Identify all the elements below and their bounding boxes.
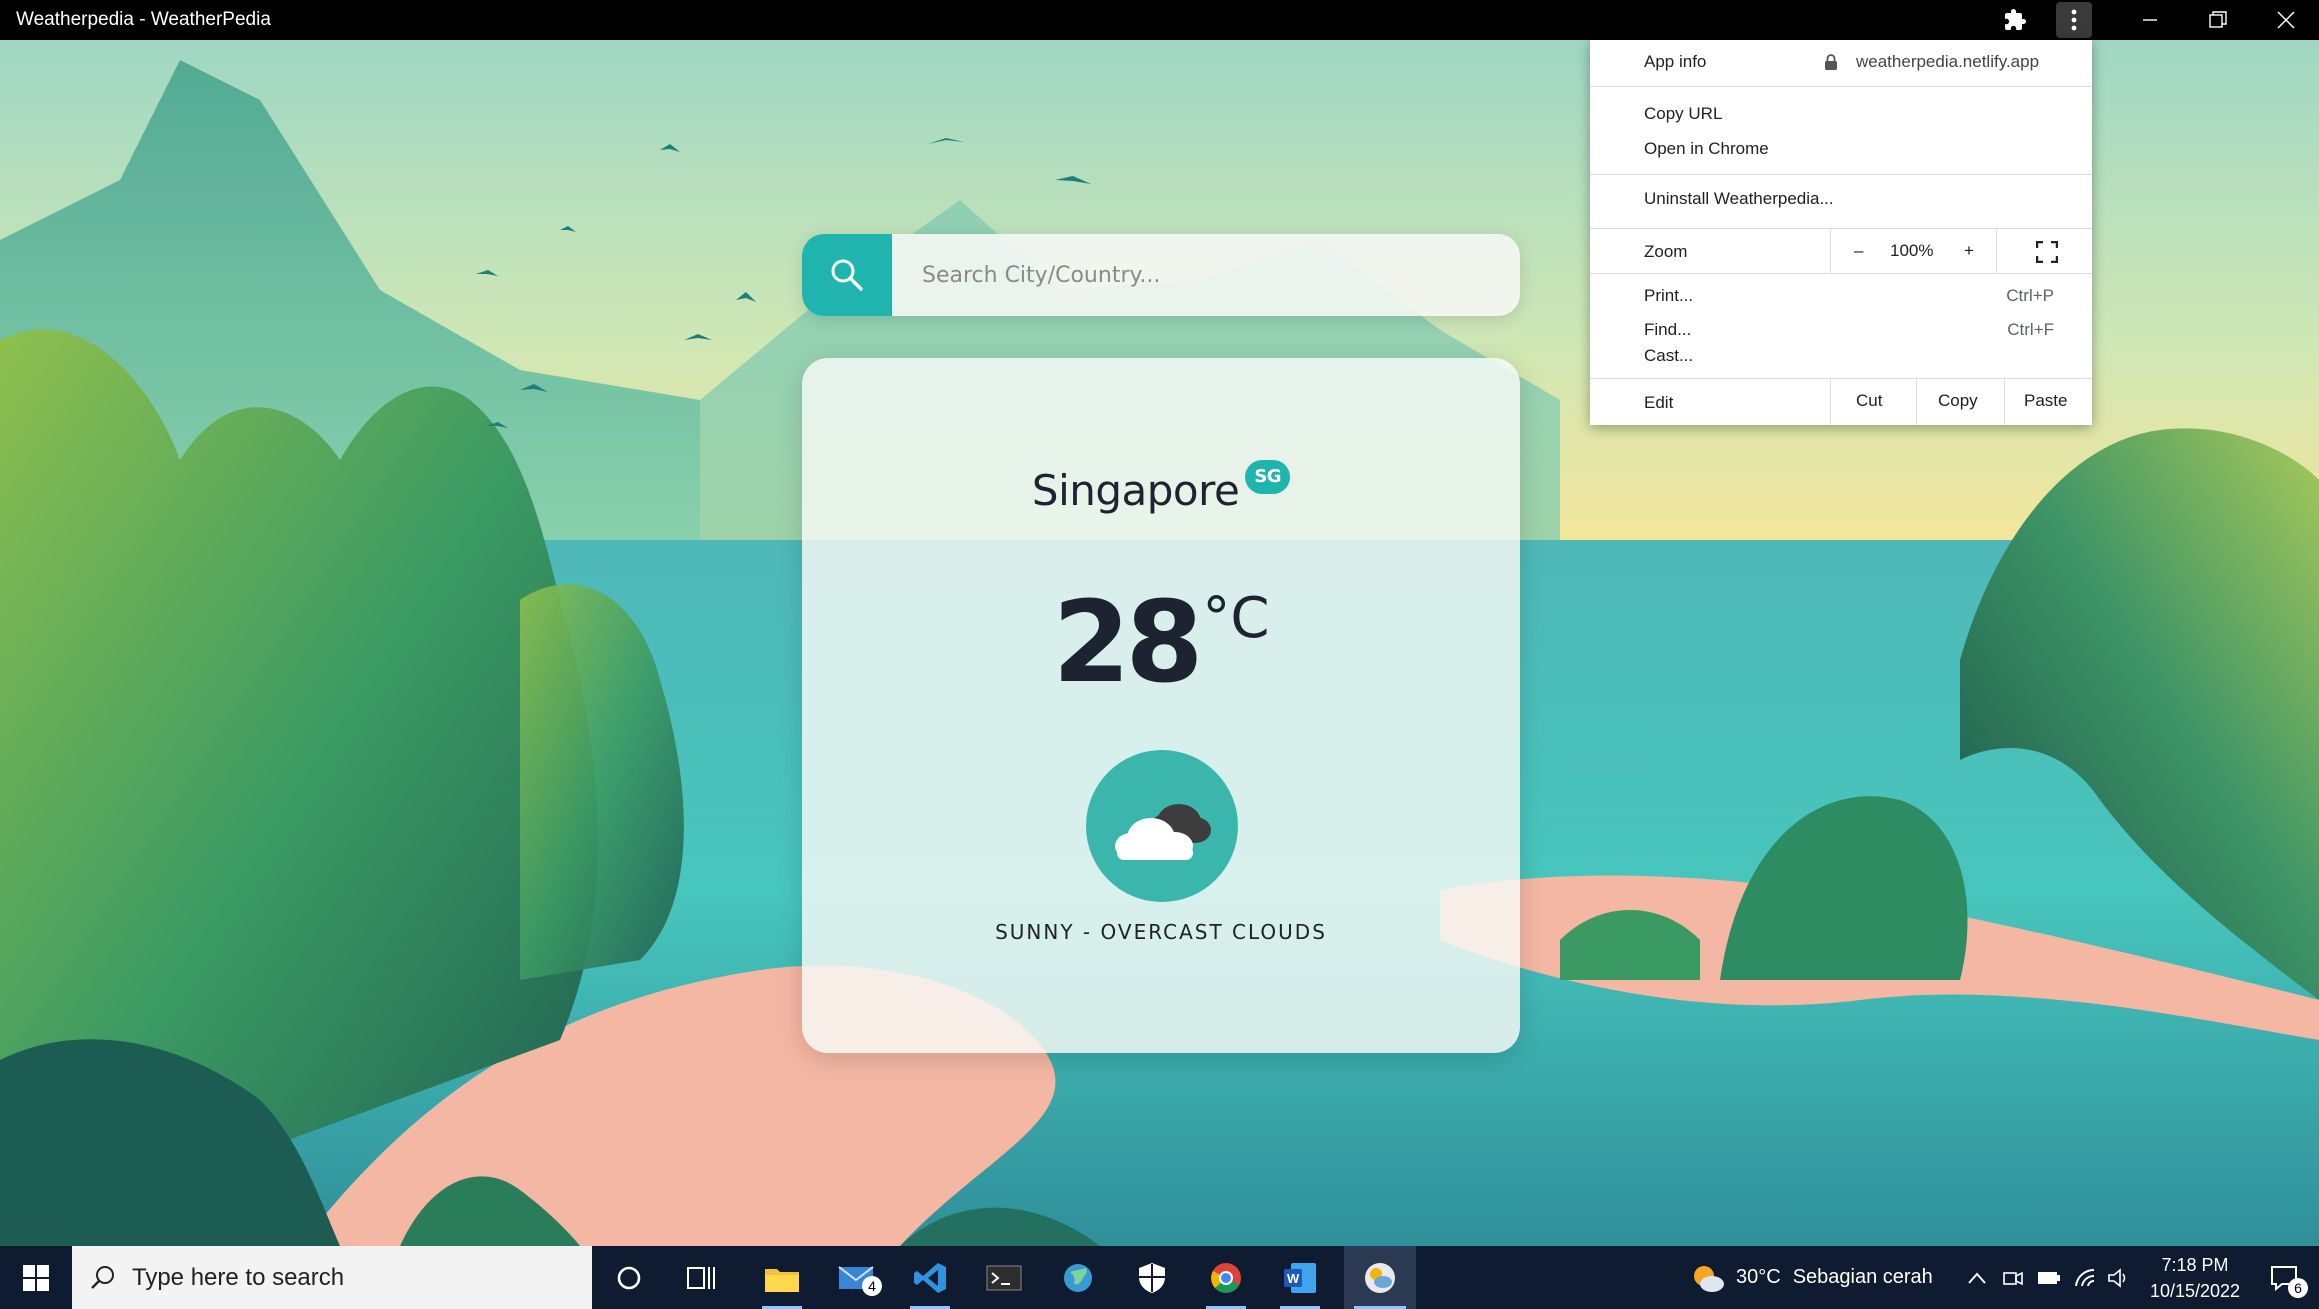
zoom-label: Zoom bbox=[1644, 242, 1688, 261]
vscode-icon bbox=[914, 1262, 946, 1293]
menu-divider bbox=[1590, 86, 2092, 87]
menu-divider bbox=[1830, 229, 1831, 273]
chrome-icon bbox=[1211, 1262, 1241, 1293]
task-view-icon bbox=[687, 1266, 715, 1289]
zoom-out-button[interactable]: – bbox=[1854, 241, 1863, 261]
cut-button[interactable]: Cut bbox=[1856, 391, 1882, 411]
weather-description: SUNNY - OVERCAST CLOUDS bbox=[995, 920, 1327, 944]
search-icon bbox=[91, 1266, 114, 1289]
zoom-row: Zoom – 100% + bbox=[1590, 228, 2092, 274]
folder-icon bbox=[765, 1268, 799, 1292]
speaker-icon bbox=[2108, 1267, 2126, 1288]
country-code-badge: SG bbox=[1245, 460, 1291, 494]
paste-button[interactable]: Paste bbox=[2024, 391, 2067, 411]
wifi-icon bbox=[2075, 1268, 2095, 1286]
svg-text:W: W bbox=[1287, 1271, 1300, 1286]
clock-time: 7:18 PM bbox=[2161, 1255, 2229, 1275]
tray-volume[interactable] bbox=[2104, 1246, 2134, 1309]
taskbar: Type here to search 4 W 30°C Sebagian ce… bbox=[0, 1246, 2319, 1309]
shield-icon bbox=[1139, 1262, 1165, 1293]
notification-center-button[interactable]: 6 bbox=[2254, 1246, 2314, 1309]
menu-kebab-icon[interactable] bbox=[2056, 2, 2092, 38]
taskbar-globe-app[interactable] bbox=[1048, 1246, 1108, 1309]
word-icon: W bbox=[1284, 1262, 1316, 1293]
cortana-button[interactable] bbox=[604, 1246, 654, 1309]
taskbar-vscode[interactable] bbox=[900, 1246, 960, 1309]
menu-uninstall[interactable]: Uninstall Weatherpedia... bbox=[1644, 189, 1834, 209]
taskbar-mail[interactable]: 4 bbox=[826, 1246, 886, 1309]
taskbar-weather-text: Sebagian cerah bbox=[1792, 1266, 1933, 1288]
chevron-up-icon bbox=[1968, 1271, 1986, 1284]
menu-cast[interactable]: Cast... bbox=[1644, 346, 1693, 366]
start-button[interactable] bbox=[0, 1246, 72, 1309]
tray-network[interactable] bbox=[2070, 1246, 2100, 1309]
taskbar-weather-widget[interactable]: 30°C Sebagian cerah bbox=[1690, 1246, 1933, 1309]
menu-divider bbox=[1916, 379, 1917, 425]
window-title: Weatherpedia - WeatherPedia bbox=[16, 9, 271, 30]
temperature-value: 28 bbox=[1052, 578, 1204, 708]
show-hidden-icons[interactable] bbox=[1962, 1246, 1992, 1309]
title-bar: Weatherpedia - WeatherPedia bbox=[0, 0, 2319, 40]
find-shortcut: Ctrl+F bbox=[2007, 320, 2054, 339]
menu-copy-url[interactable]: Copy URL bbox=[1644, 104, 1722, 124]
clock-date: 10/15/2022 bbox=[2149, 1281, 2241, 1301]
taskbar-word[interactable]: W bbox=[1270, 1246, 1330, 1309]
app-menu: App info weatherpedia.netlify.app Copy U… bbox=[1590, 40, 2092, 425]
minimize-icon[interactable] bbox=[2120, 0, 2180, 40]
menu-open-in-chrome[interactable]: Open in Chrome bbox=[1644, 139, 1769, 159]
weatherpedia-app-icon bbox=[1365, 1262, 1395, 1293]
copy-button[interactable]: Copy bbox=[1938, 391, 1978, 411]
search-button[interactable] bbox=[802, 234, 892, 316]
terminal-icon bbox=[986, 1265, 1022, 1290]
weather-card: Singapore SG 28°C SUNNY - OVERCAST CLOUDS bbox=[802, 358, 1520, 1053]
weather-icon-badge bbox=[1086, 750, 1238, 902]
lock-icon bbox=[1825, 54, 1837, 70]
print-shortcut: Ctrl+P bbox=[2006, 286, 2054, 305]
city-name: Singapore bbox=[1031, 466, 1240, 515]
task-view-button[interactable] bbox=[676, 1246, 726, 1309]
battery-icon bbox=[2038, 1271, 2060, 1284]
menu-divider bbox=[1996, 229, 1997, 273]
cortana-circle-icon bbox=[617, 1266, 641, 1289]
taskbar-terminal[interactable] bbox=[974, 1246, 1034, 1309]
menu-find[interactable]: Find... bbox=[1644, 320, 1691, 340]
edit-row: Edit Cut Copy Paste bbox=[1590, 378, 2092, 425]
temperature-display: 28°C bbox=[802, 578, 1520, 708]
menu-divider bbox=[1830, 379, 1831, 425]
search-input[interactable] bbox=[922, 234, 1492, 316]
camera-icon bbox=[2003, 1271, 2023, 1285]
city-heading: Singapore SG bbox=[802, 460, 1520, 515]
tray-battery[interactable] bbox=[2034, 1246, 2064, 1309]
edit-label: Edit bbox=[1644, 393, 1674, 412]
zoom-level: 100% bbox=[1890, 241, 1934, 260]
temperature-unit: °C bbox=[1202, 586, 1270, 651]
fullscreen-icon[interactable] bbox=[2036, 241, 2058, 263]
search-icon bbox=[831, 259, 863, 291]
taskbar-chrome[interactable] bbox=[1196, 1246, 1256, 1309]
menu-divider bbox=[1590, 174, 2092, 175]
taskbar-search-placeholder: Type here to search bbox=[132, 1263, 345, 1291]
zoom-in-button[interactable]: + bbox=[1964, 241, 1974, 261]
restore-icon[interactable] bbox=[2188, 0, 2248, 40]
app-url: weatherpedia.netlify.app bbox=[1856, 52, 2040, 71]
globe-icon bbox=[1064, 1263, 1092, 1292]
notification-count-badge: 6 bbox=[2288, 1278, 2308, 1298]
extensions-icon[interactable] bbox=[1994, 0, 2036, 40]
menu-app-info[interactable]: App info bbox=[1644, 52, 1706, 72]
search-bar bbox=[802, 234, 1520, 316]
system-clock[interactable]: 7:18 PM 10/15/2022 bbox=[2140, 1252, 2250, 1304]
menu-divider bbox=[2004, 379, 2005, 425]
taskbar-security[interactable] bbox=[1122, 1246, 1182, 1309]
taskbar-file-explorer[interactable] bbox=[752, 1246, 812, 1309]
windows-logo-icon bbox=[23, 1264, 49, 1291]
partly-sunny-icon bbox=[1694, 1265, 1724, 1292]
cloud-icon bbox=[1115, 804, 1211, 860]
tray-meet-now[interactable] bbox=[1998, 1246, 2028, 1309]
menu-print[interactable]: Print... bbox=[1644, 286, 1693, 306]
taskbar-search-box[interactable]: Type here to search bbox=[72, 1246, 592, 1309]
taskbar-weather-temp: 30°C bbox=[1736, 1266, 1781, 1288]
close-icon[interactable] bbox=[2256, 0, 2316, 40]
taskbar-weatherpedia[interactable] bbox=[1344, 1246, 1416, 1309]
mail-badge: 4 bbox=[862, 1276, 882, 1296]
